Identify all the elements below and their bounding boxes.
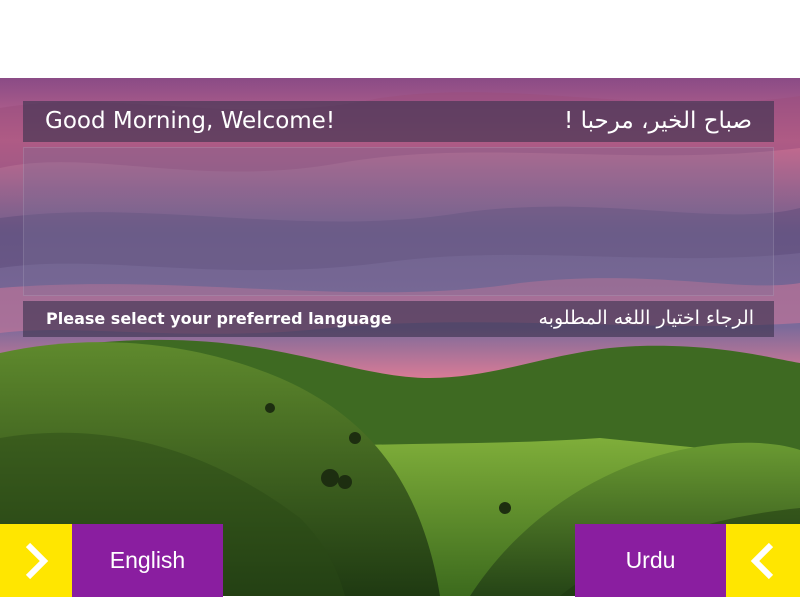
urdu-button[interactable]: Urdu [575,524,800,597]
english-button-label[interactable]: English [72,524,223,597]
chevron-left-icon[interactable] [726,524,800,597]
prompt-text-english: Please select your preferred language [46,309,392,328]
english-button[interactable]: English [0,524,223,597]
welcome-banner: Good Morning, Welcome! صباح الخير، مرحبا… [23,101,774,142]
welcome-text-arabic: صباح الخير، مرحبا ! [564,108,752,134]
chevron-right-icon[interactable] [0,524,72,597]
message-panel [23,147,774,296]
welcome-text-english: Good Morning, Welcome! [45,108,336,134]
prompt-text-arabic: الرجاء اختيار اللغه المطلوبه [538,307,754,329]
language-prompt-banner: Please select your preferred language ال… [23,301,774,337]
language-selection-screen: Good Morning, Welcome! صباح الخير، مرحبا… [0,0,800,600]
urdu-button-label[interactable]: Urdu [575,524,726,597]
